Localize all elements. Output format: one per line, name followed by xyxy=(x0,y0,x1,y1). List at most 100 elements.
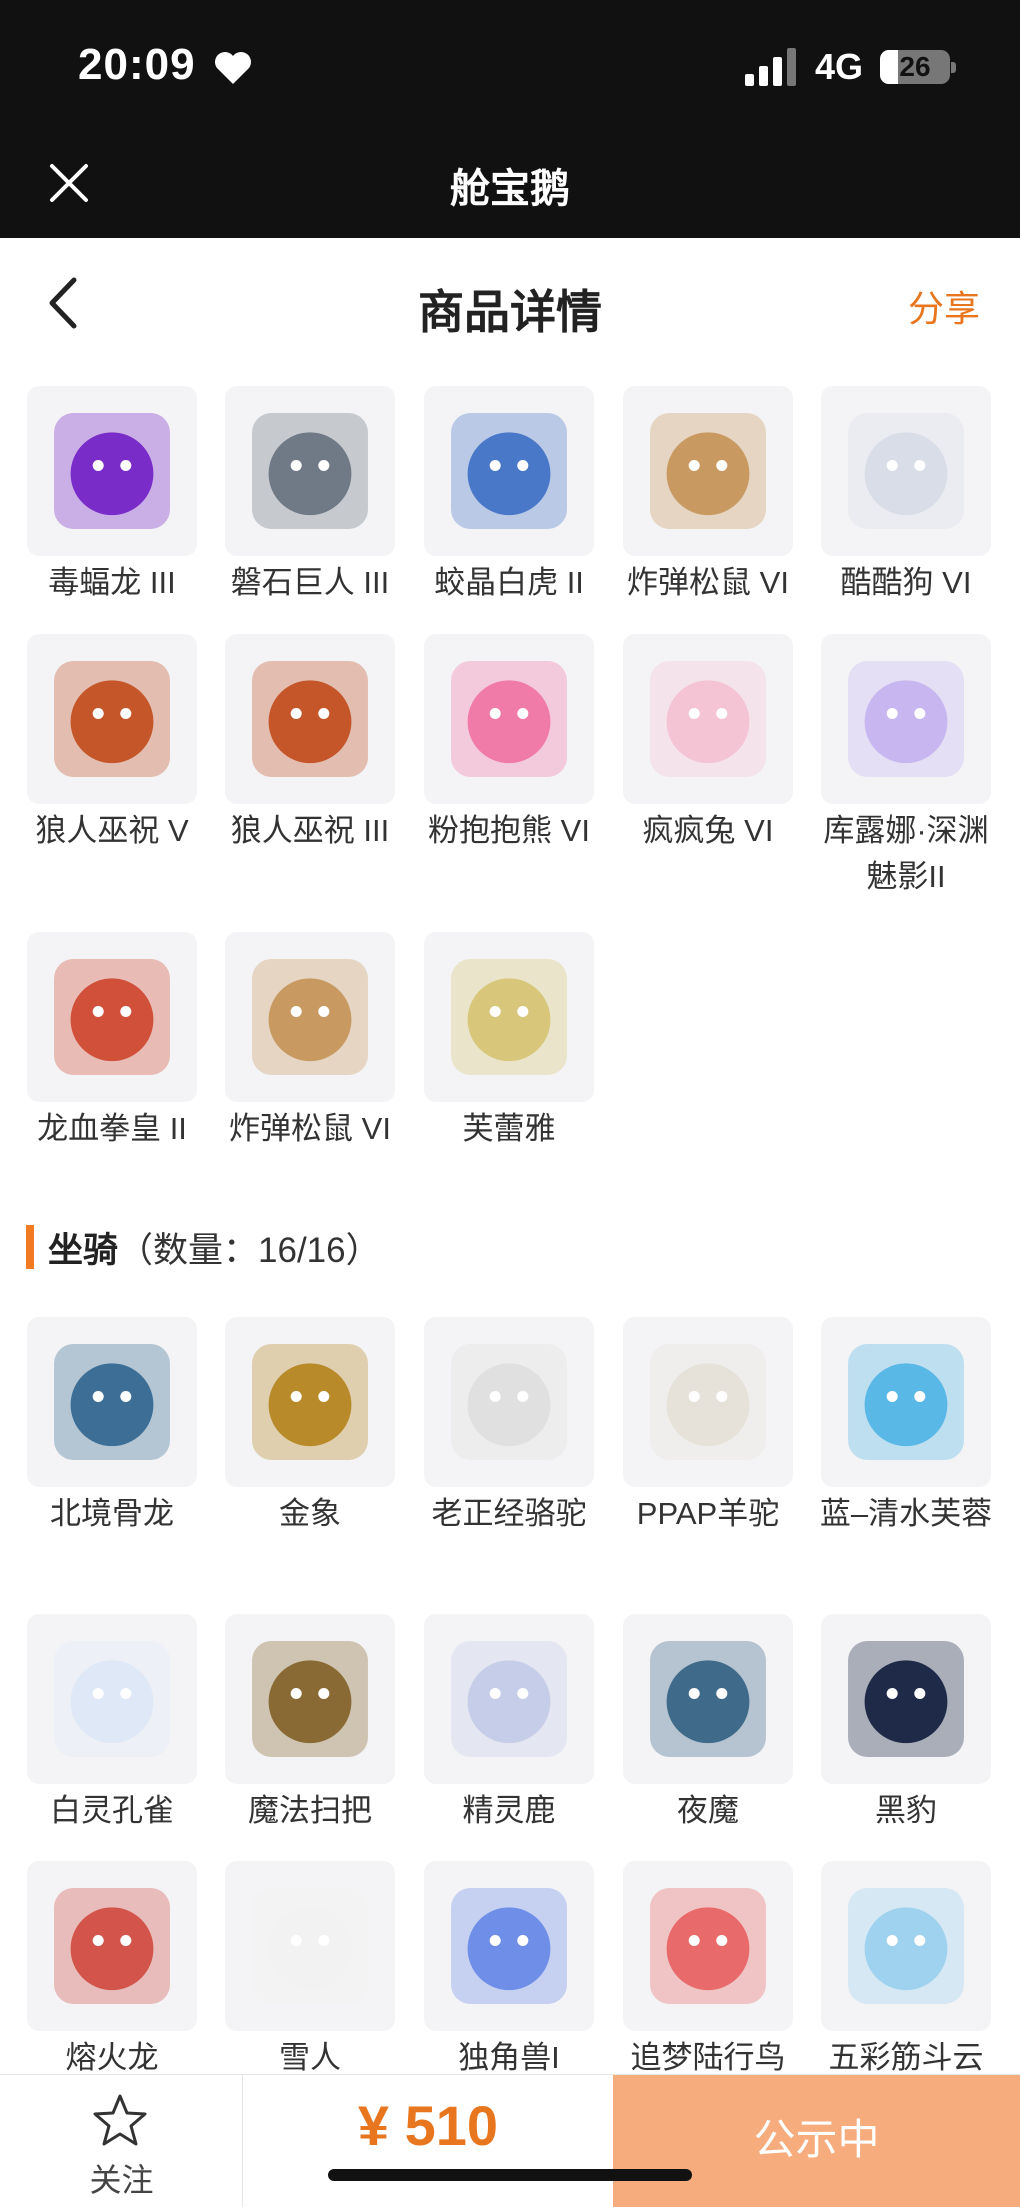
mounts-section-header: 坐骑 （数量：16/16） xyxy=(26,1222,381,1272)
section-accent-bar xyxy=(26,1225,34,1269)
dragon-icon xyxy=(54,1888,170,2004)
tile-label: 老正经骆驼 xyxy=(431,1496,587,1531)
beast-icon xyxy=(54,959,170,1075)
panther-icon xyxy=(848,1641,964,1757)
tile-label: 夜魔 xyxy=(677,1793,739,1828)
page-title: 商品详情 xyxy=(418,286,602,338)
dragon-icon xyxy=(54,413,170,529)
item-tile[interactable]: 炸弹松鼠 VI xyxy=(623,386,793,606)
squirrel-icon xyxy=(650,413,766,529)
thumbnail xyxy=(27,1317,197,1487)
tile-label: 炸弹松鼠 VI xyxy=(229,1111,391,1146)
tile-label: 狼人巫祝 V xyxy=(35,813,189,848)
mount-tile[interactable]: 北境骨龙 xyxy=(27,1317,197,1537)
battery-level: 26 xyxy=(899,51,931,82)
thumbnail xyxy=(623,634,793,804)
thumbnail xyxy=(225,386,395,556)
share-button[interactable]: 分享 xyxy=(908,280,980,332)
mount-tile[interactable]: 熔火龙 xyxy=(27,1861,197,2081)
tile-label: 蓝–清水芙蓉 xyxy=(819,1496,993,1531)
thumbnail xyxy=(27,1614,197,1784)
thumbnail xyxy=(821,1614,991,1784)
rabbit-icon xyxy=(650,661,766,777)
girl-icon xyxy=(848,661,964,777)
bird-icon xyxy=(650,1888,766,2004)
tile-label: 库露娜·深渊魅影II xyxy=(823,813,989,894)
squirrel-icon xyxy=(252,959,368,1075)
app-title: 舱宝鹅 xyxy=(450,167,570,211)
item-tile[interactable]: 疯疯兔 VI xyxy=(623,634,793,854)
thumbnail xyxy=(424,932,594,1102)
cloud-icon xyxy=(848,1888,964,2004)
heart-icon xyxy=(215,52,251,84)
favorite-label: 关注 xyxy=(89,2162,154,2198)
tile-label: 狼人巫祝 III xyxy=(230,813,390,848)
item-tile[interactable]: 炸弹松鼠 VI xyxy=(225,932,395,1152)
bear-icon xyxy=(451,661,567,777)
mount-tile[interactable]: 追梦陆行鸟 xyxy=(623,1861,793,2081)
mount-tile[interactable]: 黑豹 xyxy=(821,1614,991,1834)
snowman-icon xyxy=(252,1888,368,2004)
item-tile[interactable]: 芙蕾雅 xyxy=(424,932,594,1152)
mount-tile[interactable]: 魔法扫把 xyxy=(225,1614,395,1834)
thumbnail xyxy=(27,932,197,1102)
thumbnail xyxy=(27,1861,197,2031)
thumbnail xyxy=(821,386,991,556)
bottom-bar: 关注 ¥ 510 公示中 xyxy=(0,2074,1020,2207)
dog-icon xyxy=(848,413,964,529)
tile-label: 蛟晶白虎 II xyxy=(434,565,584,600)
thumbnail xyxy=(821,1317,991,1487)
alpaca-icon xyxy=(650,1344,766,1460)
item-tile[interactable]: 磐石巨人 III xyxy=(225,386,395,606)
thumbnail xyxy=(424,1614,594,1784)
tile-label: 魔法扫把 xyxy=(248,1793,372,1828)
item-tile[interactable]: 狼人巫祝 V xyxy=(27,634,197,854)
mount-tile[interactable]: 白灵孔雀 xyxy=(27,1614,197,1834)
thumbnail xyxy=(623,386,793,556)
item-tile[interactable]: 狼人巫祝 III xyxy=(225,634,395,854)
item-tile[interactable]: 库露娜·深渊魅影II xyxy=(821,634,991,900)
star-icon xyxy=(93,2094,147,2146)
mount-tile[interactable]: 独角兽I xyxy=(424,1861,594,2081)
mount-tile[interactable]: 五彩筋斗云 xyxy=(821,1861,991,2081)
item-tile[interactable]: 蛟晶白虎 II xyxy=(424,386,594,606)
tile-label: 金象 xyxy=(279,1496,341,1531)
mount-tile[interactable]: 老正经骆驼 xyxy=(424,1317,594,1537)
item-tile[interactable]: 龙血拳皇 II xyxy=(27,932,197,1152)
elephant-icon xyxy=(252,1344,368,1460)
tile-label: 黑豹 xyxy=(875,1793,937,1828)
mount-tile[interactable]: 雪人 xyxy=(225,1861,395,2081)
status-time: 20:09 xyxy=(78,40,196,89)
item-tile[interactable]: 毒蝠龙 III xyxy=(27,386,197,606)
section-count: （数量：16/16） xyxy=(118,1230,381,1270)
tile-label: 酷酷狗 VI xyxy=(840,565,972,600)
thumbnail xyxy=(225,1861,395,2031)
tile-label: 疯疯兔 VI xyxy=(642,813,774,848)
tile-label: 粉抱抱熊 VI xyxy=(428,813,590,848)
thumbnail xyxy=(424,1861,594,2031)
item-tile[interactable]: 粉抱抱熊 VI xyxy=(424,634,594,854)
camel-icon xyxy=(451,1344,567,1460)
thumbnail xyxy=(821,1861,991,2031)
network-type: 4G xyxy=(815,46,864,87)
item-tile[interactable]: 酷酷狗 VI xyxy=(821,386,991,606)
tile-label: 磐石巨人 III xyxy=(230,565,390,600)
thumbnail xyxy=(424,634,594,804)
mount-tile[interactable]: PPAP羊驼 xyxy=(623,1317,793,1537)
mount-tile[interactable]: 蓝–清水芙蓉 xyxy=(820,1317,992,1537)
thumbnail xyxy=(623,1614,793,1784)
home-indicator xyxy=(328,2169,692,2181)
tile-label: 毒蝠龙 III xyxy=(48,565,176,600)
peacock-icon xyxy=(54,1641,170,1757)
status-button[interactable]: 公示中 xyxy=(613,2075,1020,2207)
favorite-button[interactable]: 关注 xyxy=(0,2075,243,2207)
battery-tip xyxy=(951,62,956,73)
mount-tile[interactable]: 金象 xyxy=(225,1317,395,1537)
thumbnail xyxy=(225,634,395,804)
status-bar: 20:09 4G 26 xyxy=(0,0,1020,132)
mount-tile[interactable]: 精灵鹿 xyxy=(424,1614,594,1834)
mount-tile[interactable]: 夜魔 xyxy=(623,1614,793,1834)
thumbnail xyxy=(27,386,197,556)
thumbnail xyxy=(623,1861,793,2031)
thumbnail xyxy=(623,1317,793,1487)
